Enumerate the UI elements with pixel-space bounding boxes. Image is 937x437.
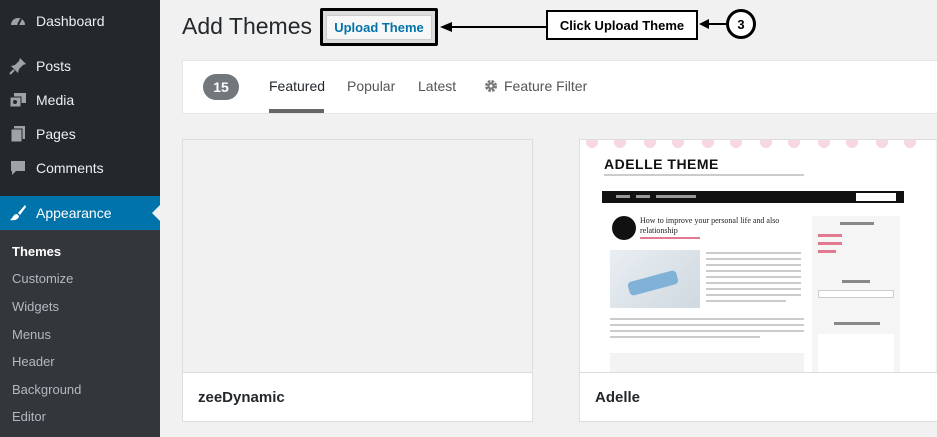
pin-icon: [8, 56, 28, 76]
step-number-badge: 3: [726, 9, 756, 39]
theme-count-badge: 15: [203, 74, 239, 100]
dashboard-icon: [8, 11, 28, 31]
theme-card-adelle[interactable]: ADELLE THEME How to improve your persona…: [579, 139, 937, 422]
tab-popular[interactable]: Popular: [347, 78, 395, 94]
submenu-item-themes[interactable]: Themes: [12, 244, 61, 259]
menu-item-comments[interactable]: Comments: [0, 151, 160, 185]
feature-filter-button[interactable]: Feature Filter: [484, 78, 587, 94]
page-title: Add Themes: [182, 13, 312, 39]
pages-icon: [8, 124, 28, 144]
theme-screenshot: [183, 140, 532, 374]
upload-theme-button[interactable]: Upload Theme: [320, 8, 438, 46]
submenu-item-editor[interactable]: Editor: [12, 409, 46, 424]
menu-item-label: Media: [36, 92, 75, 108]
menu-item-label: Appearance: [36, 205, 112, 221]
menu-item-label: Pages: [36, 126, 76, 142]
upload-theme-label: Upload Theme: [326, 14, 432, 40]
menu-item-dashboard[interactable]: Dashboard: [0, 4, 160, 38]
submenu-item-header[interactable]: Header: [12, 354, 55, 369]
appearance-submenu: Themes Customize Widgets Menus Header Ba…: [0, 230, 160, 437]
brush-icon: [8, 203, 28, 223]
comment-icon: [8, 158, 28, 178]
submenu-item-background[interactable]: Background: [12, 382, 81, 397]
menu-item-label: Posts: [36, 58, 72, 74]
theme-screenshot: ADELLE THEME How to improve your persona…: [580, 140, 937, 374]
gear-icon: [484, 79, 498, 93]
menu-item-label: Comments: [36, 160, 104, 176]
theme-name: zeeDynamic: [183, 372, 532, 421]
submenu-item-customize[interactable]: Customize: [12, 271, 73, 286]
media-icon: [8, 90, 28, 110]
annotation-callout: Click Upload Theme: [546, 10, 698, 40]
admin-sidebar: Dashboard Posts Media Pages Comments App…: [0, 0, 160, 437]
preview-post-title: How to improve your personal life and al…: [640, 216, 780, 235]
menu-item-media[interactable]: Media: [0, 83, 160, 117]
theme-card-zeedynamic[interactable]: zeeDynamic: [182, 139, 533, 422]
active-tab-indicator: [269, 109, 324, 113]
theme-name: Adelle: [580, 372, 937, 421]
menu-item-appearance[interactable]: Appearance: [0, 196, 160, 230]
menu-item-posts[interactable]: Posts: [0, 49, 160, 83]
feature-filter-label: Feature Filter: [504, 78, 588, 94]
menu-item-pages[interactable]: Pages: [0, 117, 160, 151]
tab-featured[interactable]: Featured: [269, 78, 325, 94]
menu-item-label: Dashboard: [36, 13, 105, 29]
preview-logo: ADELLE THEME: [604, 156, 719, 172]
adelle-preview: ADELLE THEME How to improve your persona…: [580, 140, 936, 374]
submenu-item-menus[interactable]: Menus: [12, 327, 51, 342]
submenu-item-widgets[interactable]: Widgets: [12, 299, 59, 314]
tab-latest[interactable]: Latest: [418, 78, 456, 94]
theme-filter-bar: 15 Featured Popular Latest Feature Filte…: [182, 60, 937, 114]
